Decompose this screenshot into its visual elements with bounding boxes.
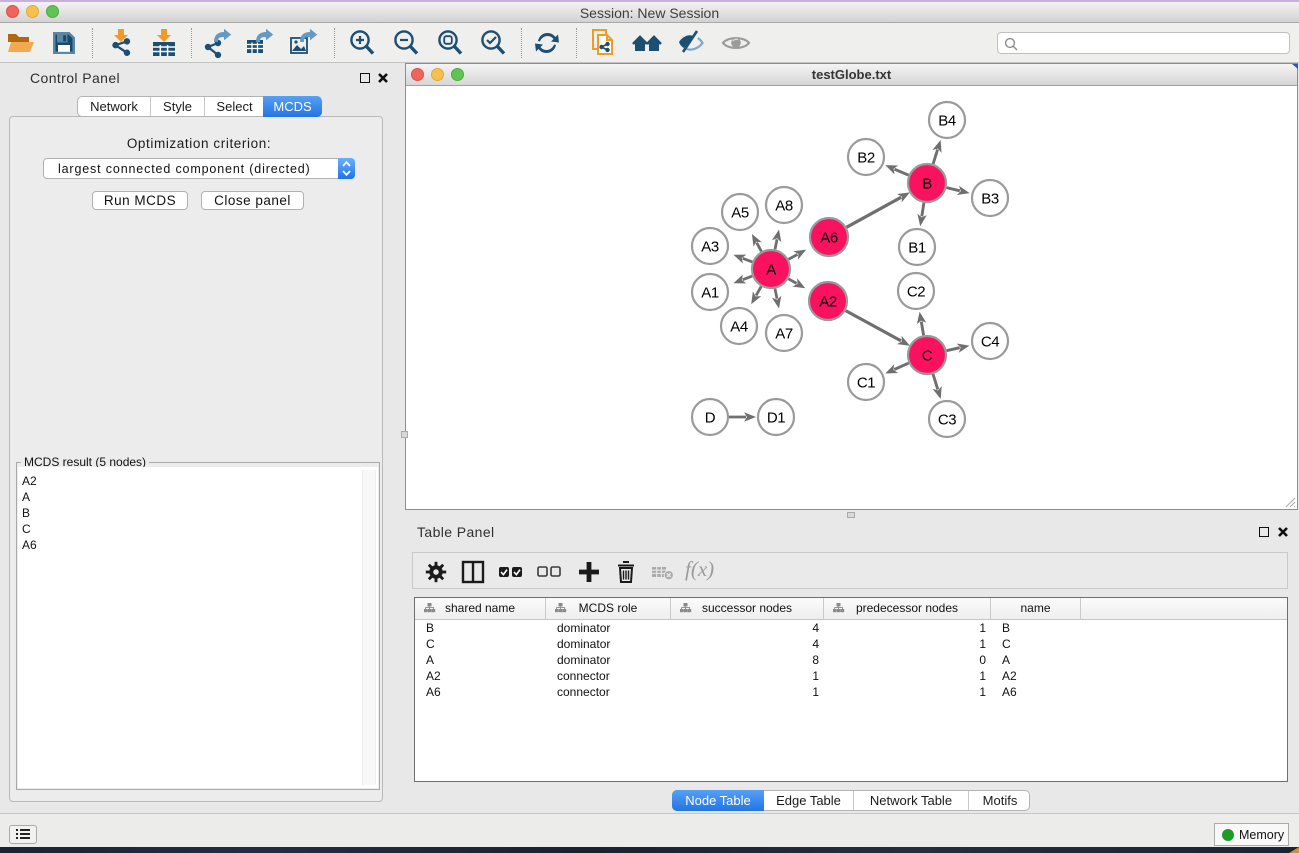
svg-text:D: D [705,410,716,427]
svg-text:A2: A2 [819,294,837,311]
svg-text:A3: A3 [701,239,719,256]
svg-text:B3: B3 [981,191,999,208]
svg-text:A7: A7 [775,326,793,343]
svg-text:D1: D1 [767,410,785,427]
svg-text:A6: A6 [820,230,838,247]
svg-text:A4: A4 [730,319,748,336]
svg-text:C2: C2 [907,284,925,301]
svg-text:B2: B2 [857,150,875,167]
svg-text:C: C [922,348,933,365]
svg-text:C1: C1 [857,375,875,392]
svg-text:B1: B1 [908,240,926,257]
svg-text:C4: C4 [981,334,999,351]
svg-text:A5: A5 [731,205,749,222]
svg-text:B4: B4 [938,113,956,130]
svg-text:A8: A8 [775,198,793,215]
svg-text:B: B [922,176,932,193]
svg-text:C3: C3 [938,412,956,429]
svg-text:A1: A1 [701,285,719,302]
svg-text:A: A [766,262,776,279]
